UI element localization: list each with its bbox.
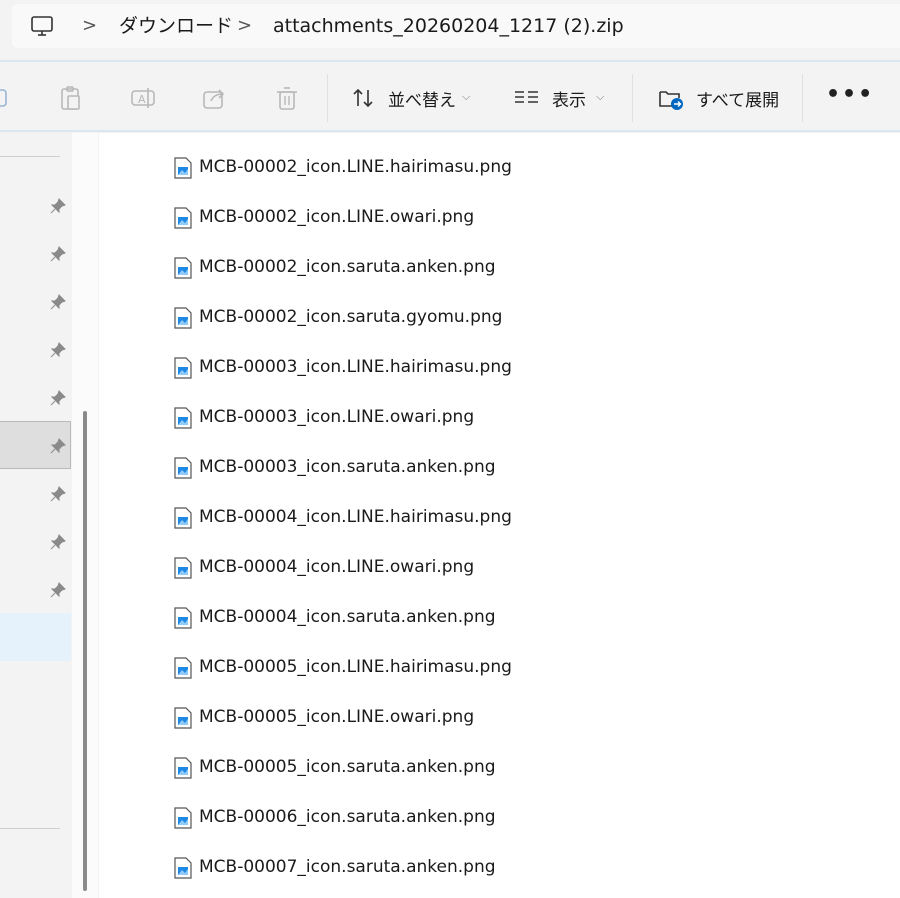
file-name: MCB-00005_icon.saruta.anken.png: [199, 757, 496, 777]
file-name: MCB-00005_icon.LINE.hairimasu.png: [199, 657, 512, 677]
pin-icon: [50, 534, 66, 550]
list-item[interactable]: MCB-00002_icon.LINE.owari.png: [174, 199, 874, 249]
toolbar-separator: [632, 74, 633, 122]
file-name: MCB-00007_icon.saruta.anken.png: [199, 857, 496, 877]
file-name: MCB-00004_icon.LINE.owari.png: [199, 557, 475, 577]
list-item[interactable]: MCB-00006_icon.saruta.anken.png: [174, 799, 874, 849]
breadcrumb-downloads[interactable]: ダウンロード: [119, 4, 233, 48]
image-file-icon: [174, 807, 192, 829]
list-item[interactable]: MCB-00003_icon.LINE.hairimasu.png: [174, 349, 874, 399]
toolbar-separator: [802, 74, 803, 122]
image-file-icon: [174, 707, 192, 729]
share-icon[interactable]: [201, 84, 229, 112]
image-file-icon: [174, 557, 192, 579]
list-item[interactable]: MCB-00004_icon.LINE.hairimasu.png: [174, 499, 874, 549]
file-explorer-window: > ダウンロード > attachments_20260204_1217 (2)…: [0, 0, 900, 898]
list-item[interactable]: MCB-00002_icon.LINE.hairimasu.png: [174, 149, 874, 199]
file-list: MCB-00002_icon.LINE.hairimasu.png MCB-00…: [99, 133, 900, 898]
image-file-icon: [174, 257, 192, 279]
file-name: MCB-00002_icon.saruta.anken.png: [199, 257, 496, 277]
list-item[interactable]: MCB-00007_icon.saruta.anken.png: [174, 849, 874, 898]
list-item[interactable]: MCB-00003_icon.saruta.anken.png: [174, 449, 874, 499]
list-item[interactable]: MCB-00005_icon.LINE.owari.png: [174, 699, 874, 749]
list-item[interactable]: MCB-00005_icon.LINE.hairimasu.png: [174, 649, 874, 699]
list-item[interactable]: MCB-00002_icon.saruta.anken.png: [174, 249, 874, 299]
chevron-right-icon[interactable]: >: [237, 4, 252, 48]
image-file-icon: [174, 857, 192, 879]
pin-icon: [50, 342, 66, 358]
file-name: MCB-00003_icon.LINE.owari.png: [199, 407, 475, 427]
copy-icon[interactable]: [0, 84, 14, 112]
sort-button[interactable]: 並べ替え: [388, 86, 456, 111]
file-name: MCB-00005_icon.LINE.owari.png: [199, 707, 475, 727]
image-file-icon: [174, 507, 192, 529]
list-item[interactable]: MCB-00004_icon.saruta.anken.png: [174, 599, 874, 649]
command-bar: A 並べ替え ⌵ 表示 ⌵ すべて展開 •••: [0, 62, 900, 132]
more-options-button[interactable]: •••: [826, 82, 874, 107]
file-name: MCB-00004_icon.LINE.hairimasu.png: [199, 507, 512, 527]
file-name: MCB-00002_icon.LINE.owari.png: [199, 207, 475, 227]
image-file-icon: [174, 307, 192, 329]
image-file-icon: [174, 657, 192, 679]
file-name: MCB-00004_icon.saruta.anken.png: [199, 607, 496, 627]
view-button[interactable]: 表示: [552, 86, 586, 111]
pin-icon: [50, 438, 66, 454]
view-list-icon[interactable]: [513, 84, 541, 112]
delete-icon[interactable]: [273, 84, 301, 112]
address-bar[interactable]: > ダウンロード > attachments_20260204_1217 (2)…: [12, 4, 900, 48]
image-file-icon: [174, 607, 192, 629]
image-file-icon: [174, 157, 192, 179]
file-name: MCB-00002_icon.LINE.hairimasu.png: [199, 157, 512, 177]
pin-icon: [50, 390, 66, 406]
file-name: MCB-00003_icon.LINE.hairimasu.png: [199, 357, 512, 377]
nav-scrollbar-thumb[interactable]: [83, 411, 87, 891]
image-file-icon: [174, 757, 192, 779]
image-file-icon: [174, 207, 192, 229]
pin-icon: [50, 294, 66, 310]
chevron-down-icon[interactable]: ⌵: [462, 90, 470, 104]
pin-icon: [50, 582, 66, 598]
rename-icon[interactable]: A: [129, 84, 157, 112]
svg-text:A: A: [138, 93, 146, 106]
breadcrumb-zip[interactable]: attachments_20260204_1217 (2).zip: [273, 4, 624, 48]
toolbar-separator: [327, 74, 328, 122]
pin-icon: [50, 246, 66, 262]
nav-item-hover[interactable]: [0, 613, 71, 661]
extract-all-icon[interactable]: [657, 84, 685, 112]
pin-icon: [50, 198, 66, 214]
file-name: MCB-00002_icon.saruta.gyomu.png: [199, 307, 503, 327]
paste-icon[interactable]: [57, 84, 85, 112]
chevron-right-icon[interactable]: >: [82, 4, 97, 48]
list-item[interactable]: MCB-00005_icon.saruta.anken.png: [174, 749, 874, 799]
chevron-down-icon[interactable]: ⌵: [596, 90, 604, 104]
extract-all-button[interactable]: すべて展開: [696, 86, 779, 111]
list-item[interactable]: MCB-00004_icon.LINE.owari.png: [174, 549, 874, 599]
nav-divider: [0, 828, 60, 829]
file-name: MCB-00006_icon.saruta.anken.png: [199, 807, 496, 827]
image-file-icon: [174, 407, 192, 429]
image-file-icon: [174, 357, 192, 379]
this-pc-icon[interactable]: [30, 14, 54, 38]
image-file-icon: [174, 457, 192, 479]
nav-divider: [0, 156, 60, 157]
sort-icon[interactable]: [350, 84, 378, 112]
file-name: MCB-00003_icon.saruta.anken.png: [199, 457, 496, 477]
list-item[interactable]: MCB-00003_icon.LINE.owari.png: [174, 399, 874, 449]
pin-icon: [50, 486, 66, 502]
list-item[interactable]: MCB-00002_icon.saruta.gyomu.png: [174, 299, 874, 349]
